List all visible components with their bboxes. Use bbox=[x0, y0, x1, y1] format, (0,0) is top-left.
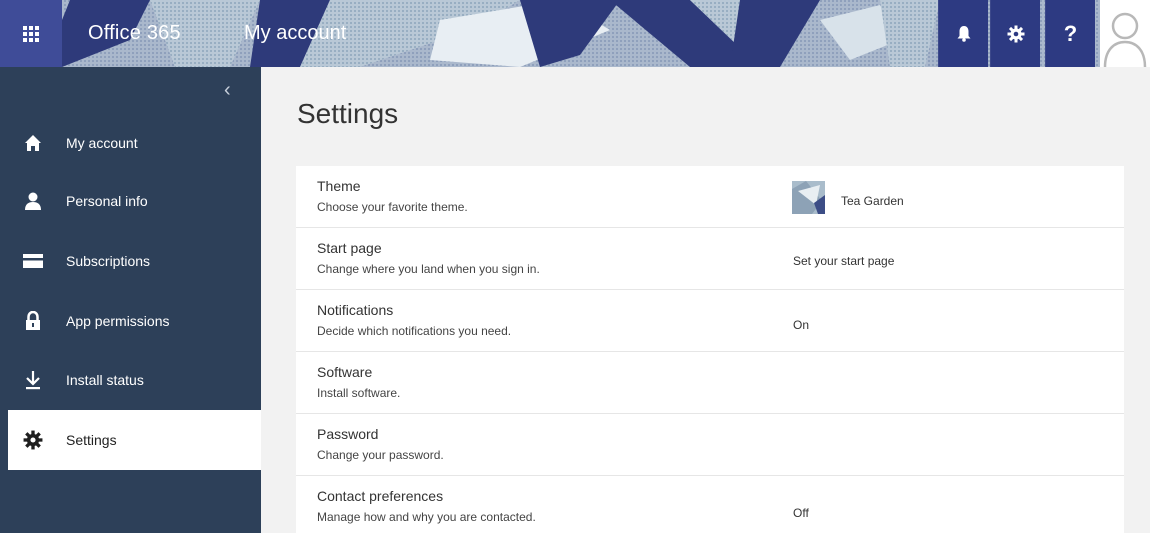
avatar-icon bbox=[1103, 12, 1147, 67]
row-description: Change your password. bbox=[317, 448, 444, 462]
home-icon bbox=[22, 132, 44, 154]
person-icon bbox=[22, 190, 44, 212]
settings-row-notifications[interactable]: Notifications Decide which notifications… bbox=[296, 290, 1124, 352]
row-title: Start page bbox=[317, 240, 382, 256]
waffle-icon bbox=[23, 25, 39, 42]
sidebar-item-subscriptions[interactable]: Subscriptions bbox=[0, 231, 261, 291]
top-bar: Office 365 My account ? bbox=[0, 0, 1150, 67]
collapse-sidebar-button[interactable]: ‹ bbox=[224, 79, 246, 101]
help-icon: ? bbox=[1063, 20, 1078, 46]
sidebar-item-label: Settings bbox=[66, 432, 117, 448]
settings-row-start-page[interactable]: Start page Change where you land when yo… bbox=[296, 228, 1124, 290]
row-description: Choose your favorite theme. bbox=[317, 200, 468, 214]
row-description: Manage how and why you are contacted. bbox=[317, 510, 536, 524]
sidebar-item-label: My account bbox=[66, 135, 138, 151]
sidebar-item-label: Subscriptions bbox=[66, 253, 151, 269]
sidebar-item-settings[interactable]: Settings bbox=[0, 410, 261, 470]
row-title: Theme bbox=[317, 178, 361, 194]
row-title: Password bbox=[317, 426, 379, 442]
user-avatar-button[interactable] bbox=[1100, 0, 1150, 67]
sidebar-item-label: Install status bbox=[66, 372, 144, 388]
help-button[interactable]: ? bbox=[1045, 0, 1095, 67]
app-title[interactable]: My account bbox=[244, 22, 346, 45]
settings-row-theme[interactable]: Theme Choose your favorite theme. Tea Ga… bbox=[296, 166, 1124, 228]
settings-row-contact-preferences[interactable]: Contact preferences Manage how and why y… bbox=[296, 476, 1124, 533]
sidebar-item-personal-info[interactable]: Personal info bbox=[0, 171, 261, 231]
sidebar: ‹ My account Personal info Subscriptions… bbox=[0, 67, 261, 533]
notifications-button[interactable] bbox=[938, 0, 988, 67]
settings-row-software[interactable]: Software Install software. bbox=[296, 352, 1124, 414]
brand-name[interactable]: Office 365 bbox=[88, 22, 181, 45]
row-value: Set your start page bbox=[793, 254, 895, 268]
sidebar-item-my-account[interactable]: My account bbox=[0, 113, 261, 173]
bell-icon bbox=[957, 25, 970, 42]
row-title: Notifications bbox=[317, 302, 394, 318]
row-title: Software bbox=[317, 364, 373, 380]
row-title: Contact preferences bbox=[317, 488, 444, 504]
card-icon bbox=[22, 250, 44, 272]
gear-icon bbox=[1007, 25, 1024, 42]
sidebar-item-app-permissions[interactable]: App permissions bbox=[0, 291, 261, 351]
row-description: Change where you land when you sign in. bbox=[317, 262, 540, 276]
theme-name: Tea Garden bbox=[841, 194, 904, 208]
lock-icon bbox=[22, 310, 44, 332]
settings-button[interactable] bbox=[990, 0, 1040, 67]
row-description: Decide which notifications you need. bbox=[317, 324, 512, 338]
page-title: Settings bbox=[297, 98, 399, 129]
sidebar-item-label: App permissions bbox=[66, 313, 170, 329]
chevron-left-icon: ‹ bbox=[224, 79, 231, 101]
theme-thumbnail bbox=[792, 181, 825, 214]
row-value: Off bbox=[793, 506, 809, 520]
download-icon bbox=[22, 369, 44, 391]
settings-list: Theme Choose your favorite theme. Tea Ga… bbox=[296, 166, 1124, 533]
row-description: Install software. bbox=[317, 386, 401, 400]
sidebar-item-label: Personal info bbox=[66, 193, 148, 209]
gear-icon bbox=[22, 429, 44, 451]
sidebar-item-install-status[interactable]: Install status bbox=[0, 350, 261, 410]
row-value: On bbox=[793, 318, 810, 332]
app-launcher-button[interactable] bbox=[0, 0, 62, 67]
settings-row-password[interactable]: Password Change your password. bbox=[296, 414, 1124, 476]
